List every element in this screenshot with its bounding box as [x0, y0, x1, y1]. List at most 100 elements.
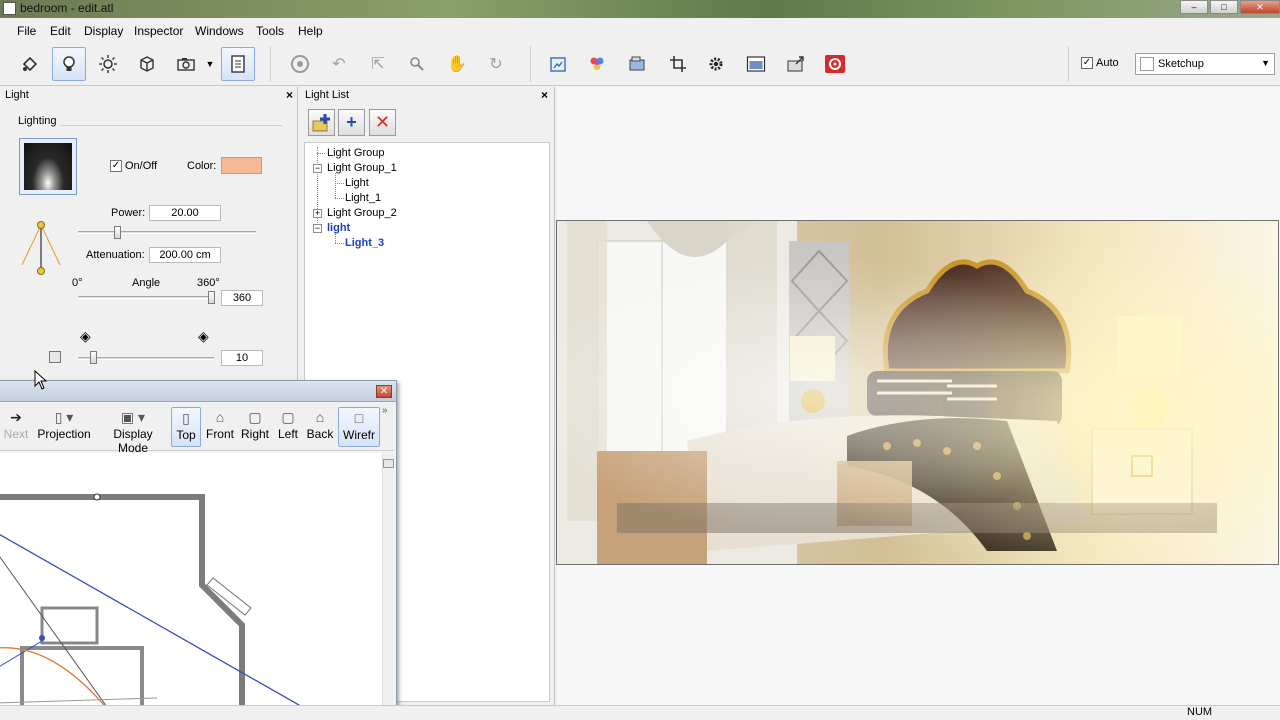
tree-item-light-group[interactable]: Light Group [327, 147, 384, 159]
mouse-cursor-icon [34, 370, 48, 390]
render-button-icon[interactable] [818, 47, 852, 81]
render-region-icon[interactable] [541, 47, 575, 81]
toolbar-separator [530, 46, 531, 82]
tree-item-light-3[interactable]: Light_3 [345, 237, 384, 249]
menu-edit[interactable]: Edit [50, 24, 71, 38]
orbit-icon[interactable] [283, 47, 317, 81]
zoom-icon[interactable] [400, 47, 434, 81]
settings-gear-icon[interactable] [699, 47, 733, 81]
toolbar-overflow-icon[interactable]: » [382, 405, 388, 416]
light-bulb-icon[interactable] [52, 47, 86, 81]
cube-icon[interactable] [130, 47, 164, 81]
plan-window-title-bar[interactable]: ✕ [0, 381, 396, 402]
material-bucket-icon[interactable] [13, 47, 47, 81]
sun-icon[interactable] [91, 47, 125, 81]
close-icon[interactable]: × [541, 88, 548, 102]
close-window-button[interactable]: ✕ [1240, 0, 1280, 14]
menu-bar: File Edit Display Inspector Windows Tool… [0, 20, 1280, 42]
left-view-button[interactable]: ▢ Left [275, 407, 301, 447]
projection-icon: ▯ ▾ [54, 409, 74, 425]
texture-image-icon[interactable] [620, 47, 654, 81]
menu-inspector[interactable]: Inspector [134, 24, 183, 38]
back-view-button[interactable]: ⌂ Back [305, 407, 335, 447]
onoff-checkbox[interactable]: ✓ [110, 160, 122, 172]
angle-field[interactable]: 360 [221, 290, 263, 306]
wireframe-button[interactable]: □ Wirefr [338, 407, 380, 447]
delete-light-button[interactable]: ✕ [369, 109, 396, 136]
front-view-button[interactable]: ⌂ Front [203, 407, 237, 447]
menu-help[interactable]: Help [298, 24, 323, 38]
undo-view-icon[interactable]: ↶ [322, 47, 356, 81]
house-right-icon: ▢ [248, 409, 262, 425]
numlock-indicator: NUM [1187, 706, 1213, 718]
rendered-bedroom-image[interactable] [556, 220, 1279, 565]
render-window-icon[interactable] [739, 47, 773, 81]
bottom-value-field[interactable]: 10 [221, 350, 263, 366]
renderer-swatch [1140, 57, 1154, 71]
bottom-slider-thumb[interactable] [90, 351, 97, 364]
light-gizmo-icon[interactable] [18, 219, 66, 279]
power-field[interactable]: 20.00 [149, 205, 221, 221]
toolbar-separator [1068, 46, 1069, 82]
angle-max-label: 360° [197, 277, 220, 289]
bottom-checkbox[interactable] [49, 351, 61, 363]
tree-item-light-group-selected[interactable]: light [327, 222, 350, 234]
close-icon[interactable]: ✕ [376, 385, 392, 398]
right-view-button[interactable]: ▢ Right [239, 407, 271, 447]
tree-item-light-1[interactable]: Light_1 [345, 192, 381, 204]
plan-view-window: ✕ ➔ Next ▯ ▾ Projection ▣ ▾ Display Mode… [0, 380, 397, 720]
attenuation-field[interactable]: 200.00 cm [149, 247, 221, 263]
house-left-icon: ▢ [281, 409, 295, 425]
bottom-slider-track[interactable] [78, 357, 214, 360]
menu-tools[interactable]: Tools [256, 24, 284, 38]
light-color-swatch[interactable] [221, 157, 262, 174]
angle-slider-track[interactable] [78, 296, 214, 299]
plan-scrollbar[interactable] [382, 453, 394, 719]
renderer-select[interactable]: Sketchup ▼ [1135, 53, 1275, 75]
menu-windows[interactable]: Windows [195, 24, 244, 38]
zoom-window-icon[interactable]: ⇱ [361, 47, 395, 81]
tree-item-light-group-1[interactable]: Light Group_1 [327, 162, 397, 174]
auto-checkbox[interactable]: ✓ [1081, 57, 1093, 69]
power-slider-thumb[interactable] [113, 226, 121, 239]
collapse-toggle[interactable]: − [313, 164, 322, 173]
close-icon[interactable]: × [286, 88, 293, 102]
light-preview-thumbnail[interactable] [19, 138, 77, 195]
crop-icon[interactable] [661, 47, 695, 81]
expand-toggle[interactable]: + [313, 209, 322, 218]
menu-display[interactable]: Display [84, 24, 123, 38]
camera-dropdown-chevron-icon[interactable]: ▼ [203, 47, 217, 81]
add-light-button[interactable]: + [338, 109, 365, 136]
display-mode-button[interactable]: ▣ ▾ Display Mode [97, 407, 169, 455]
tree-item-light-group-2[interactable]: Light Group_2 [327, 207, 397, 219]
projection-button[interactable]: ▯ ▾ Projection [37, 407, 91, 447]
pan-hand-icon[interactable]: ✋ [440, 47, 474, 81]
floor-plan-canvas[interactable] [0, 453, 382, 719]
minimize-button[interactable]: – [1180, 0, 1208, 14]
color-palette-icon[interactable] [580, 47, 614, 81]
collapse-toggle[interactable]: − [313, 224, 322, 233]
light-panel-title: Light [5, 89, 29, 101]
window-title-bar: bedroom - edit.atl – □ ✕ [0, 0, 1280, 18]
wireframe-icon: □ [354, 410, 364, 426]
camera-icon[interactable] [169, 47, 203, 81]
lighting-group-label: Lighting [18, 115, 57, 127]
document-panel-icon[interactable] [221, 47, 255, 81]
export-icon[interactable] [779, 47, 813, 81]
light-tool-left-icon[interactable]: ◈ [80, 328, 91, 345]
next-button[interactable]: ➔ Next [1, 407, 31, 447]
redo-view-icon[interactable]: ↻ [479, 47, 513, 81]
house-front-icon: ⌂ [215, 409, 225, 425]
top-view-button[interactable]: ▯ Top [171, 407, 201, 447]
chevron-down-icon: ▼ [1261, 58, 1270, 68]
light-tool-right-icon[interactable]: ◈ [198, 328, 209, 345]
tree-item-light[interactable]: Light [345, 177, 369, 189]
group-divider [60, 125, 282, 126]
angle-slider-thumb[interactable] [208, 291, 215, 304]
menu-file[interactable]: File [17, 24, 36, 38]
maximize-button[interactable]: □ [1210, 0, 1238, 14]
top-view-icon: ▯ [182, 410, 190, 426]
angle-min-label: 0° [72, 277, 83, 289]
add-group-button[interactable] [308, 109, 335, 136]
power-slider-track[interactable] [78, 231, 256, 234]
